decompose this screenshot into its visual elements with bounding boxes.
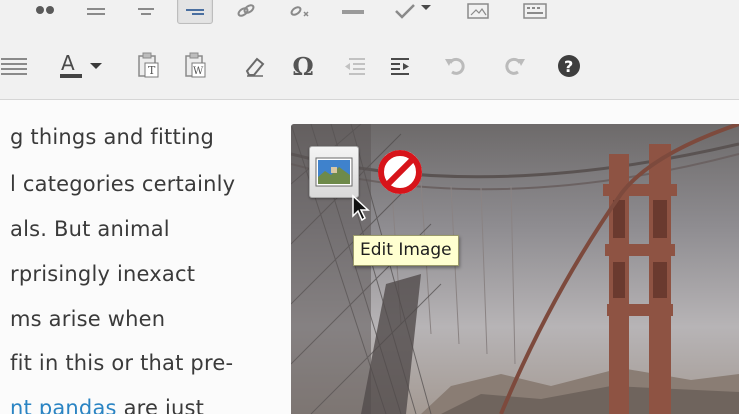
- editor-toolbar: A T W Ω ?: [0, 0, 739, 100]
- paste-word-glyph: W: [193, 66, 204, 77]
- redo-icon: [505, 57, 525, 75]
- paragraph-line-7-text: are just: [123, 396, 205, 414]
- edit-image-button[interactable]: [309, 146, 359, 198]
- paste-from-word-button[interactable]: W: [180, 50, 210, 82]
- align-right-button[interactable]: [177, 0, 213, 24]
- blockquote-icon: [36, 6, 54, 14]
- special-character-button[interactable]: Ω: [286, 50, 320, 82]
- text-color-icon: A: [60, 51, 102, 78]
- paragraph-line-7: nt pandas are just: [10, 396, 204, 414]
- help-glyph: ?: [564, 57, 573, 76]
- outdent-icon: [345, 58, 365, 75]
- text-color-button[interactable]: A: [56, 50, 120, 82]
- paste-as-text-button[interactable]: T: [133, 50, 163, 82]
- fullscreen-icon: [467, 3, 489, 19]
- text-color-glyph: A: [61, 51, 75, 75]
- insert-link-button[interactable]: [232, 0, 260, 22]
- edit-image-icon: [315, 157, 353, 187]
- paste-text-icon: T: [138, 52, 159, 78]
- paste-word-icon: W: [185, 52, 206, 78]
- indent-button[interactable]: [386, 50, 416, 82]
- spellcheck-button[interactable]: [392, 0, 434, 22]
- paste-text-glyph: T: [148, 64, 156, 77]
- align-left-button[interactable]: [82, 0, 110, 22]
- paragraph-line-5: ms arise when: [10, 307, 166, 331]
- align-right-icon: [186, 9, 204, 15]
- undo-button[interactable]: [440, 50, 470, 82]
- kitchen-sink-button[interactable]: [520, 0, 550, 22]
- paragraph-line-6: fit in this or that pre-: [10, 351, 234, 375]
- justify-icon: [1, 58, 27, 75]
- align-center-button[interactable]: [132, 0, 160, 22]
- align-left-icon: [87, 8, 105, 15]
- toolbar-row-1: [0, 0, 739, 28]
- unlink-icon: [290, 6, 309, 17]
- delete-image-icon: [378, 150, 422, 194]
- toolbar-row-2: A T W Ω ?: [0, 46, 739, 86]
- spellcheck-icon: [395, 4, 431, 19]
- pandas-link[interactable]: nt pandas: [10, 396, 117, 414]
- help-button[interactable]: ?: [554, 51, 584, 81]
- omega-icon: Ω: [292, 51, 314, 81]
- link-icon: [237, 4, 255, 17]
- help-icon: ?: [558, 55, 580, 77]
- clear-formatting-button[interactable]: [240, 50, 270, 82]
- mouse-cursor-icon: [352, 194, 370, 222]
- remove-link-button[interactable]: [285, 0, 315, 22]
- insert-more-button[interactable]: [338, 0, 368, 22]
- fullscreen-button[interactable]: [463, 0, 493, 22]
- edit-image-tooltip: Edit Image: [353, 235, 459, 266]
- delete-image-button[interactable]: [375, 146, 425, 198]
- paragraph-line-3: als. But animal: [10, 217, 170, 241]
- outdent-button[interactable]: [340, 50, 370, 82]
- more-tag-icon: [342, 10, 364, 14]
- redo-button[interactable]: [500, 50, 530, 82]
- justify-button[interactable]: [0, 52, 32, 80]
- paragraph-line-4: rprisingly inexact: [10, 262, 196, 286]
- editor-content[interactable]: g things and fitting l categories certai…: [0, 100, 285, 414]
- blockquote-button[interactable]: [32, 0, 60, 22]
- align-center-icon: [138, 8, 154, 15]
- eraser-icon: [245, 57, 265, 77]
- paragraph-line-2: l categories certainly: [10, 172, 236, 196]
- kitchen-sink-icon: [523, 3, 547, 19]
- undo-icon: [445, 57, 465, 75]
- paragraph-line-1: g things and fitting: [10, 125, 214, 149]
- indent-icon: [391, 58, 409, 75]
